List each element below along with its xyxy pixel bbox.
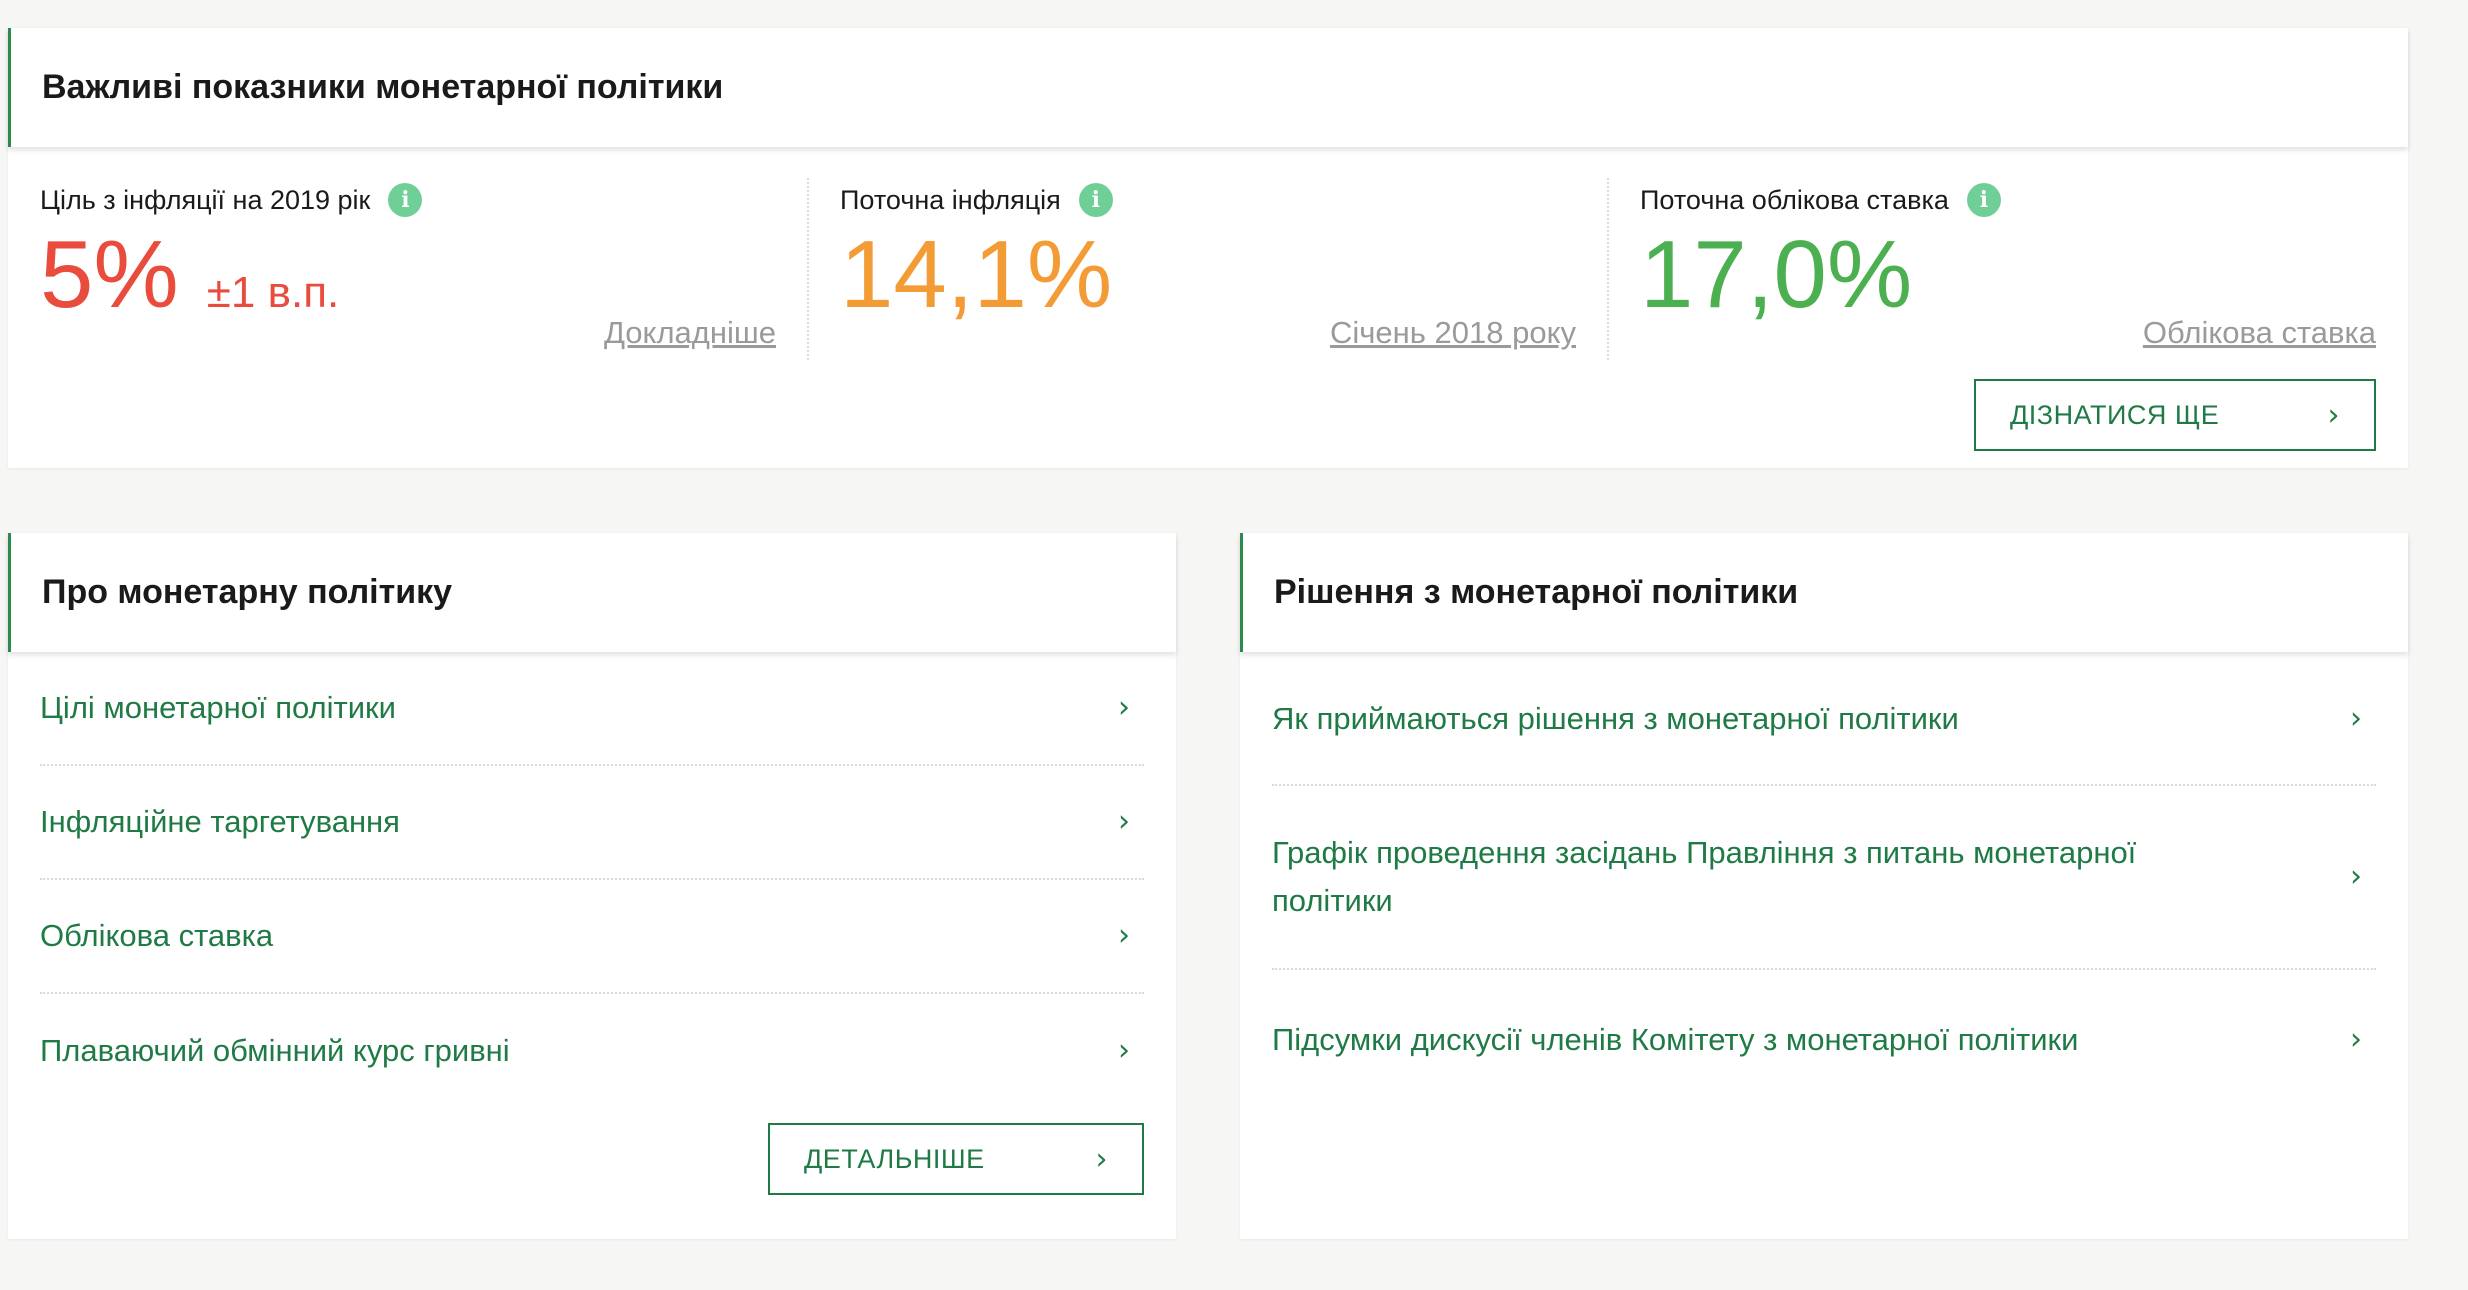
list-item-label: Підсумки дискусії членів Комітету з моне… [1272,1022,2079,1057]
indicator-inflation-target: Ціль з інфляції на 2019 рік i 5% ±1 в.п.… [8,147,808,367]
indicator-label-text: Поточна облікова ставка [1640,184,1949,215]
about-list: Цілі монетарної політики › Інфляційне та… [40,652,1144,1108]
list-item-policy-goals[interactable]: Цілі монетарної політики › [40,652,1144,766]
indicator-value: 17,0% [1640,227,1912,323]
list-item-label: Цілі монетарної політики [40,690,396,725]
list-item-inflation-targeting[interactable]: Інфляційне таргетування › [40,766,1144,880]
indicator-value-number: 17,0% [1640,221,1913,328]
key-indicators-title: Важливі показники монетарної політики [8,28,2408,147]
list-item-label: Плаваючий обмінний курс гривні [40,1033,510,1068]
list-item-label: Облікова ставка [40,918,274,953]
list-item-discount-rate[interactable]: Облікова ставка › [40,880,1144,994]
list-item-meeting-schedule[interactable]: Графік проведення засідань Правління з п… [1272,786,2376,970]
chevron-right-icon: › [2327,397,2340,433]
indicators-row: Ціль з інфляції на 2019 рік i 5% ±1 в.п.… [8,147,2408,468]
list-item-how-decisions-made[interactable]: Як приймаються рішення з монетарної полі… [1272,652,2376,786]
indicator-discount-rate: Поточна облікова ставка i 17,0% Облікова… [1608,147,2408,367]
info-icon[interactable]: i [1966,183,2001,217]
chevron-right-icon: › [1118,1033,1130,1068]
details-button-label: ДЕТАЛЬНІШЕ [804,1143,985,1174]
indicator-value: 5% ±1 в.п. [40,227,339,323]
decisions-card-title: Рішення з монетарної політики [1240,533,2408,652]
monetary-policy-decisions-card: Рішення з монетарної політики Як приймаю… [1240,533,2408,1239]
indicator-value-number: 5% [40,221,179,328]
info-icon[interactable]: i [1078,183,1113,217]
indicator-tolerance: ±1 в.п. [206,268,340,317]
chevron-right-icon: › [1118,690,1130,725]
key-indicators-card: Важливі показники монетарної політики Ці… [8,28,2408,468]
details-link[interactable]: Докладніше [604,315,776,351]
decisions-list: Як приймаються рішення з монетарної полі… [1272,652,2376,1110]
chevron-right-icon: › [2350,1022,2362,1057]
list-item-floating-exchange-rate[interactable]: Плаваючий обмінний курс гривні › [40,994,1144,1108]
chevron-right-icon: › [1118,918,1130,953]
indicator-label-text: Ціль з інфляції на 2019 рік [40,184,371,215]
list-item-label: Інфляційне таргетування [40,804,400,839]
inflation-date-link[interactable]: Січень 2018 року [1330,315,1576,351]
chevron-right-icon: › [2350,701,2362,736]
indicator-label: Ціль з інфляції на 2019 рік i [40,183,423,217]
about-card-title: Про монетарну політику [8,533,1176,652]
learn-more-button[interactable]: ДІЗНАТИСЯ ЩЕ › [1974,379,2376,451]
indicator-label: Поточна інфляція i [840,183,1113,217]
discount-rate-link[interactable]: Облікова ставка [2143,315,2376,351]
list-item-committee-discussion[interactable]: Підсумки дискусії членів Комітету з моне… [1272,970,2376,1110]
details-button[interactable]: ДЕТАЛЬНІШЕ › [768,1123,1144,1195]
chevron-right-icon: › [2350,859,2362,894]
about-monetary-policy-card: Про монетарну політику Цілі монетарної п… [8,533,1176,1239]
indicator-value: 14,1% [840,227,1112,323]
indicator-label: Поточна облікова ставка i [1640,183,2001,217]
chevron-right-icon: › [1095,1141,1108,1177]
learn-more-label: ДІЗНАТИСЯ ЩЕ [2010,399,2220,430]
indicator-value-number: 14,1% [840,221,1113,328]
info-icon[interactable]: i [388,183,423,217]
list-item-label: Графік проведення засідань Правління з п… [1272,835,2137,918]
list-item-label: Як приймаються рішення з монетарної полі… [1272,701,1959,736]
chevron-right-icon: › [1118,804,1130,839]
indicator-label-text: Поточна інфляція [840,184,1061,215]
indicator-current-inflation: Поточна інфляція i 14,1% Січень 2018 рок… [808,147,1608,367]
